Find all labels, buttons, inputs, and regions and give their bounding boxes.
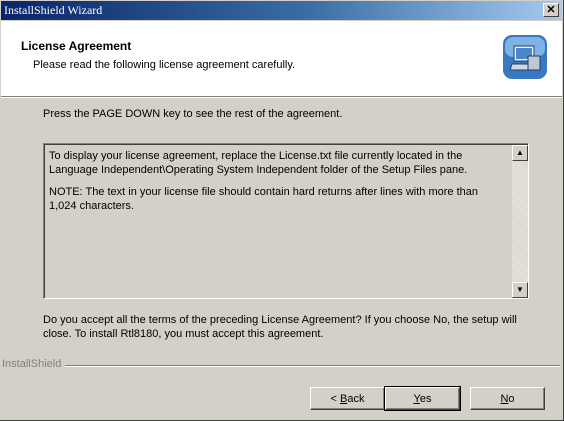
license-text-frame: To display your license agreement, repla… [44,144,528,298]
header-panel: License Agreement Please read the follow… [1,21,562,97]
no-button[interactable]: No [470,387,545,410]
scroll-up-button[interactable]: ▲ [512,145,528,161]
close-button[interactable]: ✕ [543,3,559,17]
window-title: InstallShield Wizard [4,3,103,17]
back-prefix: < [330,392,340,405]
scroll-down-button[interactable]: ▼ [512,282,528,298]
instruction-text: Press the PAGE DOWN key to see the rest … [43,108,343,120]
vertical-scrollbar[interactable]: ▲ ▼ [512,145,528,298]
page-subtitle: Please read the following license agreem… [33,59,296,71]
license-note-paragraph: NOTE: The text in your license file shou… [49,186,479,212]
accept-question-text: Do you accept all the terms of the prece… [43,314,517,340]
yes-rest: es [419,392,432,405]
brand-divider [60,365,560,367]
back-button[interactable]: < Back [310,387,385,410]
installshield-wizard-window: InstallShield Wizard ✕ License Agreement… [0,0,564,421]
page-title: License Agreement [21,39,132,53]
back-rest: ack [347,392,365,405]
header-divider [1,97,562,98]
no-rest: o [508,392,515,405]
yes-button[interactable]: Yes [384,386,461,411]
title-bar[interactable]: InstallShield Wizard ✕ [1,1,562,20]
license-paragraph: To display your license agreement, repla… [49,150,468,176]
installshield-brand-label: InstallShield [2,358,66,370]
installer-computer-icon [503,35,547,79]
license-text: To display your license agreement, repla… [49,149,501,221]
license-text-box[interactable]: To display your license agreement, repla… [43,143,529,299]
